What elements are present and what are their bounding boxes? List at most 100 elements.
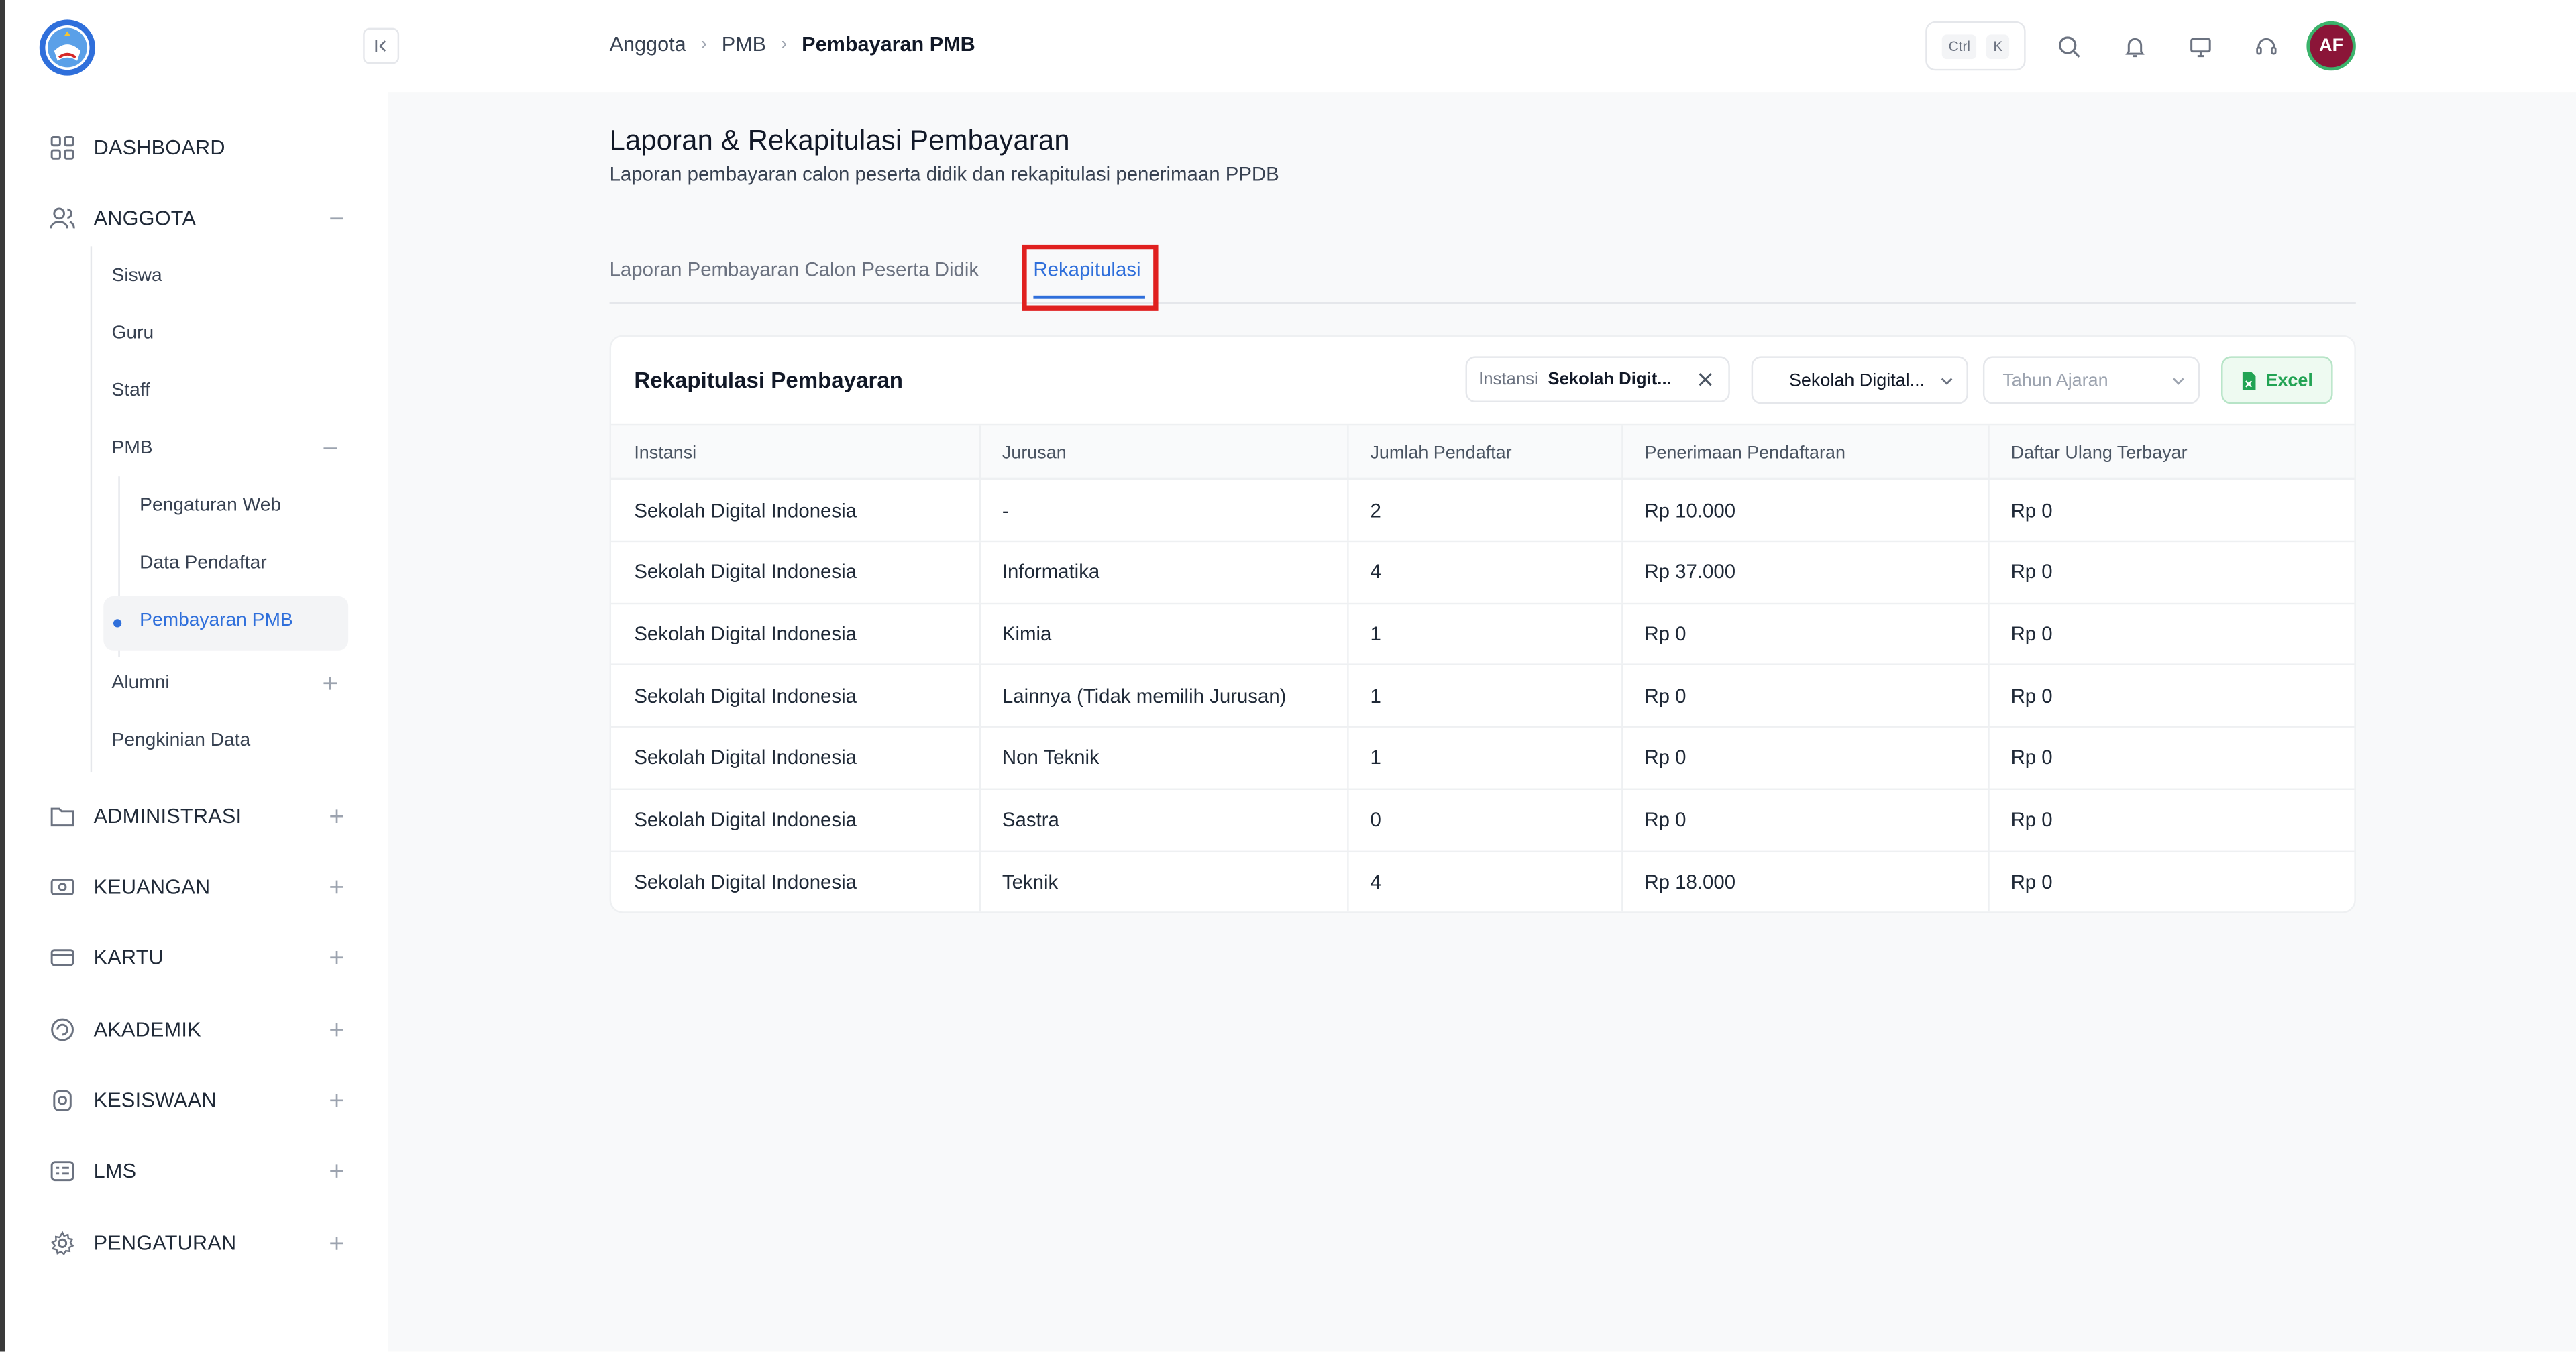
breadcrumb-anggota[interactable]: Anggota: [610, 33, 686, 56]
sidebar-subitem-siswa[interactable]: Siswa: [112, 258, 345, 294]
column-divider: [1621, 789, 1623, 850]
table-cell: Rp 0: [2010, 870, 2053, 893]
sidebar-item-label: KEUANGAN: [93, 875, 211, 899]
table-cell: Rp 0: [1644, 622, 1686, 646]
sidebar-item-keuangan[interactable]: KEUANGAN: [48, 867, 354, 907]
instansi-select-value: Sekolah Digital...: [1788, 370, 1925, 390]
table-cell: Sastra: [1002, 807, 1059, 832]
tabs-divider: [609, 302, 2356, 304]
column-divider: [979, 789, 981, 850]
sidebar-subitem-label: Pengkinian Data: [111, 730, 251, 751]
sidebar-subitem-pmb[interactable]: PMB: [112, 431, 345, 467]
sidebar-subitem-alumni[interactable]: Alumni: [112, 665, 345, 701]
sidebar-item-anggota[interactable]: ANGGOTA: [48, 199, 354, 238]
table-cell: Informatika: [1002, 560, 1100, 583]
search-icon[interactable]: [2053, 32, 2083, 61]
column-divider: [1988, 480, 1990, 541]
user-avatar[interactable]: AF: [2306, 21, 2356, 71]
school-logo[interactable]: [38, 18, 97, 77]
close-icon[interactable]: [1697, 371, 1713, 387]
table-cell: Rp 0: [2010, 807, 2053, 832]
sidebar-subitem-pengaturan-web[interactable]: Pengaturan Web: [140, 488, 281, 524]
column-divider: [1988, 789, 1990, 850]
monitor-icon[interactable]: [2185, 32, 2214, 61]
column-header: Daftar Ulang Terbayar: [2010, 443, 2188, 463]
sidebar-subitem-data-pendaftar[interactable]: Data Pendaftar: [140, 545, 266, 581]
export-excel-label: Excel: [2265, 370, 2313, 390]
instansi-filter-chip[interactable]: Instansi Sekolah Digit...: [1465, 356, 1730, 403]
anggota-collapse-icon[interactable]: [329, 210, 345, 226]
lms-expand-icon[interactable]: [329, 1163, 345, 1179]
column-header: Penerimaan Pendaftaran: [1644, 443, 1845, 463]
support-icon[interactable]: [2251, 32, 2280, 61]
sidebar-subitem-pengkinian-data[interactable]: Pengkinian Data: [112, 723, 345, 759]
tahun-ajaran-placeholder: Tahun Ajaran: [2002, 370, 2108, 390]
table-cell: 1: [1370, 684, 1381, 708]
breadcrumb-pmb[interactable]: PMB: [722, 33, 766, 56]
table-row: Sekolah Digital Indonesia - 2 Rp 10.000 Rp 0: [611, 480, 2355, 543]
column-divider: [979, 665, 981, 726]
akademik-expand-icon[interactable]: [329, 1021, 345, 1037]
sidebar-item-akademik[interactable]: AKADEMIK: [48, 1010, 354, 1050]
column-divider: [1621, 541, 1623, 603]
column-divider: [1988, 665, 1990, 726]
table-cell: -: [1002, 498, 1009, 522]
column-divider: [979, 727, 981, 789]
sidebar-item-dashboard[interactable]: DASHBOARD: [48, 128, 354, 168]
sidebar-item-kartu[interactable]: KARTU: [48, 938, 354, 977]
instansi-select[interactable]: Sekolah Digital...: [1751, 356, 1968, 404]
bell-icon[interactable]: [2119, 32, 2149, 61]
table-cell: Rp 18.000: [1644, 870, 1736, 893]
sidebar-subitem-staff[interactable]: Staff: [112, 373, 345, 409]
table-cell: Rp 0: [2010, 746, 2053, 769]
sidebar-item-kesiswaan[interactable]: KESISWAAN: [48, 1080, 354, 1120]
command-search-shortcut[interactable]: Ctrl K: [1925, 21, 2026, 71]
keuangan-expand-icon[interactable]: [329, 879, 345, 895]
export-excel-button[interactable]: Excel: [2221, 356, 2333, 404]
tahun-ajaran-select[interactable]: Tahun Ajaran: [1982, 356, 2200, 404]
column-divider: [1621, 727, 1623, 789]
sidebar-item-pengaturan[interactable]: PENGATURAN: [48, 1224, 354, 1263]
grid-icon: [48, 133, 77, 162]
highlight-annotation-box: [1022, 244, 1159, 311]
submenu-line: [90, 246, 93, 773]
column-divider: [979, 851, 981, 912]
table-cell: Rp 0: [2010, 684, 2053, 708]
column-header: Jurusan: [1002, 443, 1067, 463]
column-divider: [979, 541, 981, 603]
column-divider: [1347, 851, 1349, 912]
sidebar-item-label: PENGATURAN: [93, 1231, 237, 1255]
kbd-ctrl: Ctrl: [1941, 34, 1977, 58]
administrasi-expand-icon[interactable]: [329, 808, 345, 824]
sidebar-item-lms[interactable]: LMS: [48, 1151, 354, 1191]
table-cell: Rp 0: [1644, 684, 1686, 708]
table-cell: 0: [1370, 807, 1381, 832]
student-icon: [48, 1086, 77, 1115]
pmb-collapse-icon[interactable]: [322, 440, 338, 456]
table-cell: Rp 37.000: [1644, 560, 1736, 583]
card-title: Rekapitulasi Pembayaran: [634, 368, 903, 393]
table-cell: Sekolah Digital Indonesia: [634, 560, 857, 583]
window-edge: [0, 0, 5, 1352]
sidebar-subitem-label: Staff: [111, 381, 150, 401]
kartu-expand-icon[interactable]: [329, 950, 345, 966]
tab-laporan-pembayaran[interactable]: Laporan Pembayaran Calon Peserta Didik: [610, 258, 979, 280]
table-cell: Sekolah Digital Indonesia: [634, 684, 857, 708]
sidebar-subitem-pembayaran-pmb[interactable]: Pembayaran PMB: [140, 603, 293, 639]
collapse-sidebar-button[interactable]: [363, 27, 400, 64]
pengaturan-expand-icon[interactable]: [329, 1235, 345, 1251]
column-divider: [1347, 789, 1349, 850]
sidebar-subitem-label: Guru: [111, 323, 154, 343]
breadcrumb: Anggota › PMB › Pembayaran PMB: [610, 33, 975, 56]
sidebar-item-administrasi[interactable]: ADMINISTRASI: [48, 797, 354, 836]
column-divider: [1347, 541, 1349, 603]
column-divider: [1988, 727, 1990, 789]
kesiswaan-expand-icon[interactable]: [329, 1092, 345, 1109]
column-divider: [1621, 603, 1623, 665]
column-divider: [1621, 480, 1623, 541]
sidebar-subitem-guru[interactable]: Guru: [112, 315, 345, 351]
alumni-expand-icon[interactable]: [322, 675, 338, 691]
table-cell: Sekolah Digital Indonesia: [634, 807, 857, 832]
column-divider: [1347, 603, 1349, 665]
folder-icon: [48, 801, 77, 831]
